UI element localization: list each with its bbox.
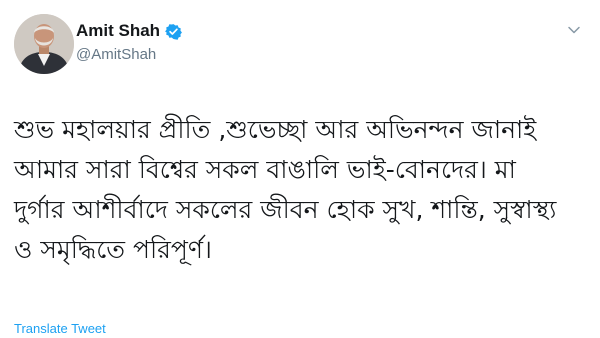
display-name[interactable]: Amit Shah: [76, 21, 160, 41]
author-info: Amit Shah @AmitShah: [76, 18, 182, 63]
avatar[interactable]: [14, 14, 74, 74]
handle[interactable]: @AmitShah: [76, 46, 182, 63]
profile-photo-icon: [14, 14, 74, 74]
tweet-text: শুভ মহালয়ার প্রীতি ,শুভেচ্ছা আর অভিনন্দ…: [14, 115, 557, 264]
tweet-card: Amit Shah @AmitShah শুভ মহালয়ার প্রীতি …: [0, 0, 600, 338]
chevron-down-icon[interactable]: [566, 22, 582, 38]
translate-tweet-link[interactable]: Translate Tweet: [14, 321, 106, 337]
display-name-row: Amit Shah: [76, 18, 182, 44]
verified-badge-icon: [165, 23, 182, 40]
tweet-header: Amit Shah @AmitShah: [14, 14, 586, 78]
